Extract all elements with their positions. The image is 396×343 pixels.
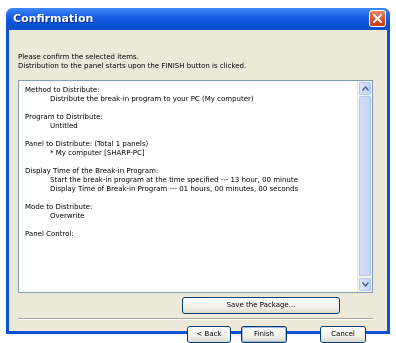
close-button[interactable]: [369, 10, 386, 27]
summary-item: Panel Control:: [25, 230, 357, 239]
summary-item-heading: Mode to Distribute:: [25, 203, 93, 211]
divider: [18, 318, 373, 320]
summary-list: Method to Distribute: Distribute the brea…: [25, 86, 357, 248]
finish-button[interactable]: Finish: [241, 326, 287, 343]
close-icon: [373, 14, 382, 23]
summary-item-value: Untitled: [50, 122, 78, 130]
summary-item: Panel to Distribute: (Total 1 panels) * M…: [25, 140, 357, 158]
save-package-button[interactable]: Save the Package...: [182, 297, 340, 314]
summary-item-value: * My computer [SHARP-PC]: [50, 149, 145, 157]
summary-item-heading: Method to Distribute:: [25, 86, 100, 94]
summary-item-value: Distribute the break-in program to your …: [50, 95, 254, 103]
summary-item-value: Display Time of Break-in Program --- 01 …: [50, 185, 299, 193]
scroll-up-button[interactable]: [359, 82, 371, 95]
window-title: Confirmation: [13, 12, 94, 25]
summary-listbox[interactable]: Method to Distribute: Distribute the brea…: [18, 80, 373, 293]
summary-item: Mode to Distribute: Overwrite: [25, 203, 357, 221]
intro-text: Please confirm the selected items. Distr…: [18, 53, 246, 71]
confirmation-dialog: Confirmation Please confirm the selected…: [6, 8, 390, 343]
scroll-thumb[interactable]: [359, 96, 371, 276]
summary-item-heading: Panel to Distribute: (Total 1 panels): [25, 140, 149, 148]
summary-item-heading: Display Time of the Break-in Program:: [25, 167, 159, 175]
back-button[interactable]: < Back: [187, 326, 231, 343]
summary-item-value: Overwrite: [50, 212, 85, 220]
title-bar[interactable]: Confirmation: [6, 8, 390, 30]
vertical-scrollbar[interactable]: [357, 81, 372, 292]
cancel-button[interactable]: Cancel: [320, 326, 366, 343]
summary-item-heading: Panel Control:: [25, 230, 74, 238]
summary-item-heading: Program to Distribute:: [25, 113, 103, 121]
intro-line-1: Please confirm the selected items.: [18, 53, 139, 61]
summary-item: Display Time of the Break-in Program: Sta…: [25, 167, 357, 194]
chevron-up-icon: [362, 86, 369, 91]
scroll-down-button[interactable]: [359, 278, 371, 291]
intro-line-2: Distribution to the panel starts upon th…: [18, 62, 247, 70]
summary-item: Method to Distribute: Distribute the brea…: [25, 86, 357, 104]
dialog-body: Please confirm the selected items. Distr…: [9, 30, 387, 343]
summary-item: Program to Distribute: Untitled: [25, 113, 357, 131]
chevron-down-icon: [362, 282, 369, 287]
summary-item-value: Start the break-in program at the time s…: [50, 176, 298, 184]
